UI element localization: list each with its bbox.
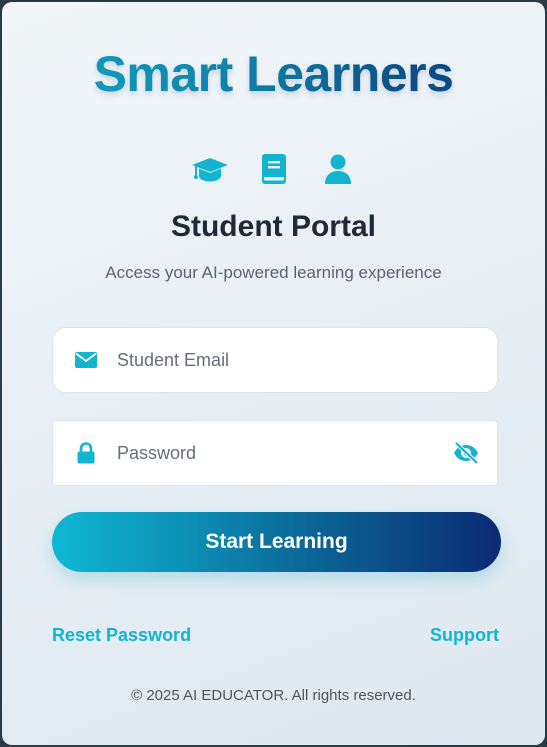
- page-title: Student Portal: [170, 210, 376, 243]
- graduation-cap-icon: [190, 152, 230, 186]
- login-card: Smart Learners Student Portal Access you…: [2, 2, 545, 745]
- lock-icon: [75, 442, 97, 464]
- password-field: [52, 420, 498, 486]
- page-subtitle: Access your AI-powered learning experien…: [105, 263, 442, 282]
- email-field: [52, 327, 498, 393]
- brand-title: Smart Learners: [2, 44, 545, 104]
- copyright-footer: © 2025 AI EDUCATOR. All rights reserved.: [131, 687, 416, 704]
- support-link[interactable]: Support: [430, 624, 499, 646]
- header-icons: [2, 152, 545, 186]
- book-icon: [254, 152, 294, 186]
- start-learning-button[interactable]: Start Learning: [52, 512, 501, 572]
- eye-slash-icon[interactable]: [451, 438, 481, 468]
- password-input[interactable]: [115, 432, 451, 474]
- user-icon: [318, 152, 358, 186]
- reset-password-link[interactable]: Reset Password: [52, 624, 191, 646]
- envelope-icon: [75, 349, 97, 371]
- email-input[interactable]: [115, 339, 497, 381]
